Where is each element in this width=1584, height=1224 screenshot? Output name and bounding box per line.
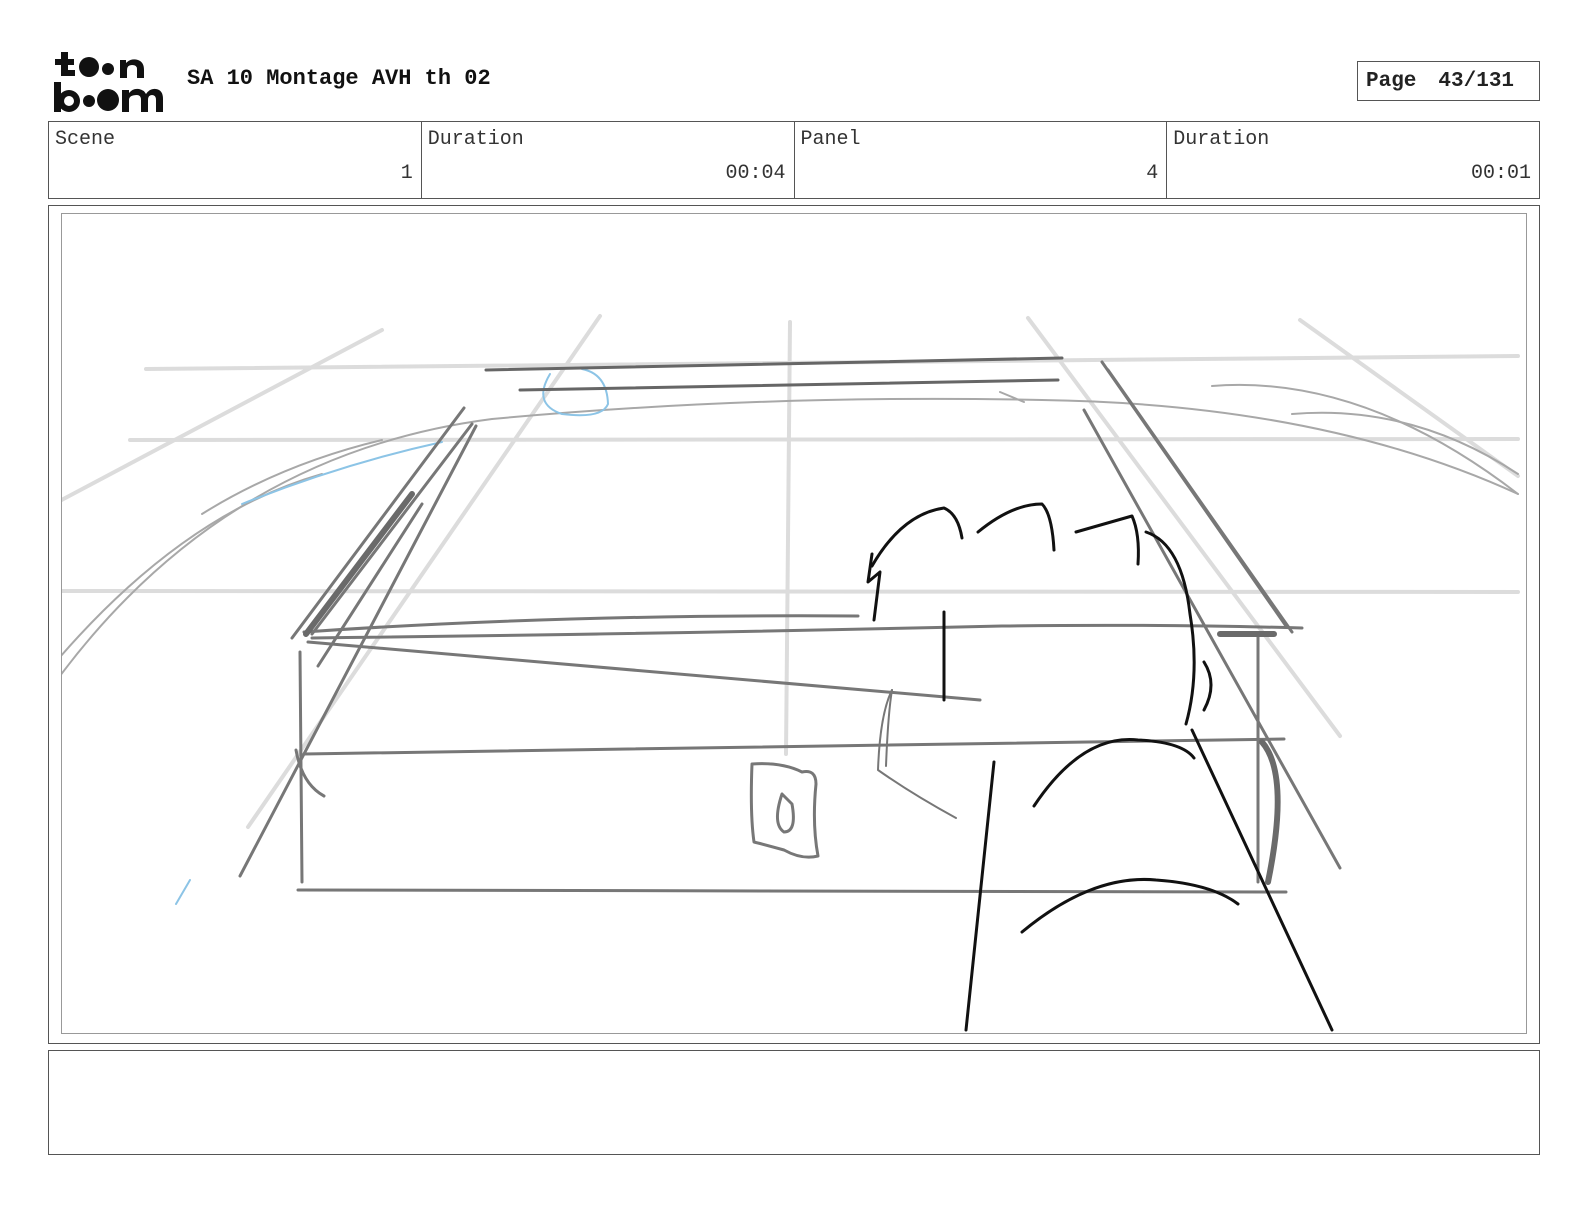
- page-indicator: Page 43/131: [1357, 61, 1540, 101]
- page-number: 43/131: [1438, 69, 1515, 93]
- safe-area: [61, 213, 1527, 1034]
- scene-label: Scene: [55, 128, 116, 151]
- scene-duration-value: 00:04: [725, 162, 786, 185]
- scene-cell: Scene 1: [49, 122, 422, 198]
- storyboard-title: SA 10 Montage AVH th 02: [187, 66, 491, 91]
- panel-duration-cell: Duration 00:01: [1167, 122, 1539, 198]
- panel-info-table: Scene 1 Duration 00:04 Panel 4 Duration …: [48, 121, 1540, 199]
- toon-boom-logo: [52, 50, 164, 114]
- page-label: Page: [1366, 69, 1417, 93]
- panel-duration-label: Duration: [1173, 128, 1270, 151]
- panel-sketch: [62, 314, 1520, 1032]
- panel-value: 4: [1146, 162, 1159, 185]
- scene-value: 1: [400, 162, 413, 185]
- storyboard-panel-frame: [48, 205, 1540, 1044]
- character-sketch: [866, 502, 1334, 1032]
- panel-notes-box: [48, 1050, 1540, 1155]
- scene-duration-label: Duration: [427, 128, 524, 151]
- panel-label: Panel: [800, 128, 861, 151]
- character-ear: [877, 689, 957, 819]
- bag-sketch: [749, 762, 820, 859]
- panel-duration-value: 00:01: [1470, 162, 1531, 185]
- panel-cell: Panel 4: [795, 122, 1168, 198]
- construction-lines: [62, 314, 1520, 829]
- scene-duration-cell: Duration 00:04: [422, 122, 795, 198]
